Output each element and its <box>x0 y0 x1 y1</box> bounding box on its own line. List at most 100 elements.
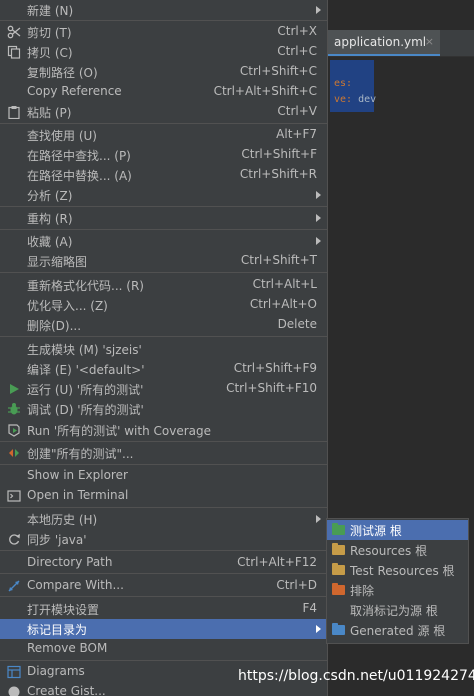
shortcut-label: Ctrl+Shift+T <box>240 253 317 267</box>
menu-item-run[interactable]: 运行 (U) '所有的测试' Ctrl+Shift+F10 <box>0 379 327 399</box>
menu-separator <box>0 336 327 337</box>
menu-separator <box>0 573 327 574</box>
shortcut-label: Ctrl+D <box>276 578 317 592</box>
menu-item-paste[interactable]: 粘贴 (P) Ctrl+V <box>0 102 327 122</box>
menu-item-local-history[interactable]: 本地历史 (H) <box>0 509 327 529</box>
shortcut-label: Ctrl+Alt+L <box>252 277 317 291</box>
menu-item-remove-bom[interactable]: Remove BOM <box>0 639 327 659</box>
menu-item-label: Show in Explorer <box>27 468 128 482</box>
menu-item-thumbnails[interactable]: 显示缩略图 Ctrl+Shift+T <box>0 251 327 271</box>
menu-item-analyze[interactable]: 分析 (Z) <box>0 185 327 205</box>
menu-item-label: 新建 (N) <box>27 4 74 18</box>
menu-item-label: 打开模块设置 <box>27 603 100 617</box>
diagram-icon <box>7 665 21 679</box>
shortcut-label: Ctrl+Alt+F12 <box>237 555 317 569</box>
copy-icon <box>7 45 21 59</box>
menu-separator <box>0 507 327 508</box>
context-menu: 新建 (N) 剪切 (T) Ctrl+X 拷贝 (C) Ctrl+C 复制路径 … <box>0 0 328 696</box>
submenu-item-label: Resources 根 <box>350 544 428 558</box>
folder-icon <box>332 523 345 535</box>
menu-item-create-configuration[interactable]: 创建"所有的测试"... <box>0 443 327 463</box>
menu-item-label: 调试 (D) '所有的测试' <box>27 403 144 417</box>
tab-close-icon[interactable]: × <box>425 35 434 48</box>
submenu-item-resources-root[interactable]: Resources 根 <box>327 540 468 560</box>
menu-item-label: 生成模块 (M) 'sjzeis' <box>27 343 142 357</box>
menu-item-new[interactable]: 新建 (N) <box>0 0 327 20</box>
menu-item-label: 运行 (U) '所有的测试' <box>27 383 144 397</box>
shortcut-label: Ctrl+Alt+O <box>249 297 317 311</box>
mark-directory-submenu: 测试源 根 Resources 根 Test Resources 根 排除 取消… <box>326 518 469 644</box>
menu-item-optimize-imports[interactable]: 优化导入... (Z) Ctrl+Alt+O <box>0 295 327 315</box>
menu-separator <box>0 206 327 207</box>
menu-item-label: 复制路径 (O) <box>27 66 98 80</box>
menu-item-copy[interactable]: 拷贝 (C) Ctrl+C <box>0 42 327 62</box>
menu-item-debug[interactable]: 调试 (D) '所有的测试' <box>0 399 327 419</box>
shortcut-label: F4 <box>302 601 317 615</box>
menu-item-label: 分析 (Z) <box>27 189 73 203</box>
menu-item-directory-path[interactable]: Directory Path Ctrl+Alt+F12 <box>0 553 327 573</box>
submenu-item-excluded[interactable]: 排除 <box>327 580 468 600</box>
menu-separator <box>0 123 327 124</box>
menu-item-mark-directory-as[interactable]: 标记目录为 <box>0 619 327 639</box>
menu-item-replace-in-path[interactable]: 在路径中替换... (A) Ctrl+Shift+R <box>0 165 327 185</box>
submenu-item-unmark[interactable]: 取消标记为源 根 <box>327 600 468 620</box>
menu-item-module-settings[interactable]: 打开模块设置 F4 <box>0 599 327 619</box>
menu-separator <box>0 229 327 230</box>
shortcut-label: Ctrl+C <box>277 44 317 58</box>
menu-item-delete[interactable]: 删除(D)... Delete <box>0 315 327 335</box>
menu-item-label: Compare With... <box>27 578 124 592</box>
bug-icon <box>7 402 21 416</box>
menu-item-favorites[interactable]: 收藏 (A) <box>0 231 327 251</box>
menu-item-label: Remove BOM <box>27 641 108 655</box>
menu-item-label: 查找使用 (U) <box>27 129 97 143</box>
menu-item-run-coverage[interactable]: Run '所有的测试' with Coverage <box>0 420 327 440</box>
code-line: es: <box>334 78 353 89</box>
menu-item-create-gist[interactable]: Create Gist... <box>0 682 327 696</box>
shortcut-label: Ctrl+V <box>277 104 317 118</box>
menu-item-open-in-terminal[interactable]: Open in Terminal <box>0 486 327 506</box>
menu-item-compile[interactable]: 编译 (E) '<default>' Ctrl+Shift+F9 <box>0 359 327 379</box>
folder-icon <box>332 563 345 575</box>
menu-item-cut[interactable]: 剪切 (T) Ctrl+X <box>0 22 327 42</box>
code-selection[interactable]: es: ve: dev <box>330 60 376 112</box>
menu-item-copy-path[interactable]: 复制路径 (O) Ctrl+Shift+C <box>0 62 327 82</box>
menu-separator <box>0 20 327 21</box>
menu-item-label: 本地历史 (H) <box>27 513 98 527</box>
submenu-item-test-sources-root[interactable]: 测试源 根 <box>327 520 468 540</box>
menu-item-copy-reference[interactable]: Copy Reference Ctrl+Alt+Shift+C <box>0 82 327 102</box>
menu-item-label: Directory Path <box>27 555 113 569</box>
submenu-item-generated-sources-root[interactable]: Generated 源 根 <box>327 620 468 640</box>
menu-item-label: 收藏 (A) <box>27 235 73 249</box>
editor-tab[interactable]: application.yml × <box>328 30 440 56</box>
menu-item-build-module[interactable]: 生成模块 (M) 'sjzeis' <box>0 339 327 359</box>
menu-item-label: 重构 (R) <box>27 212 73 226</box>
menu-item-label: 在路径中替换... (A) <box>27 169 132 183</box>
menu-item-label: 剪切 (T) <box>27 26 72 40</box>
menu-item-label: 标记目录为 <box>27 623 88 637</box>
watermark-text: https://blog.csdn.net/u011924274 <box>238 668 474 684</box>
menu-item-label: 编译 (E) '<default>' <box>27 363 145 377</box>
menu-item-compare-with[interactable]: Compare With... Ctrl+D <box>0 576 327 596</box>
menu-item-sync[interactable]: 同步 'java' <box>0 529 327 549</box>
shortcut-label: Ctrl+X <box>277 24 317 38</box>
shortcut-label: Ctrl+Shift+F <box>241 147 317 161</box>
menu-separator <box>0 660 327 661</box>
menu-item-label: 创建"所有的测试"... <box>27 447 134 461</box>
create-config-icon <box>7 446 21 460</box>
github-icon <box>7 685 21 696</box>
menu-item-find-usages[interactable]: 查找使用 (U) Alt+F7 <box>0 125 327 145</box>
run-icon <box>7 382 21 396</box>
shortcut-label: Ctrl+Alt+Shift+C <box>213 84 317 98</box>
menu-item-label: Open in Terminal <box>27 488 129 502</box>
compare-icon <box>7 579 21 593</box>
menu-item-show-in-explorer[interactable]: Show in Explorer <box>0 466 327 486</box>
submenu-arrow-icon <box>316 515 321 523</box>
shortcut-label: Delete <box>277 317 317 331</box>
menu-item-find-in-path[interactable]: 在路径中查找... (P) Ctrl+Shift+F <box>0 145 327 165</box>
submenu-arrow-icon <box>316 625 321 633</box>
menu-item-refactor[interactable]: 重构 (R) <box>0 208 327 228</box>
sync-icon <box>7 532 21 546</box>
menu-item-reformat-code[interactable]: 重新格式化代码... (R) Ctrl+Alt+L <box>0 275 327 295</box>
code-key: ve: <box>334 94 353 105</box>
submenu-item-test-resources-root[interactable]: Test Resources 根 <box>327 560 468 580</box>
